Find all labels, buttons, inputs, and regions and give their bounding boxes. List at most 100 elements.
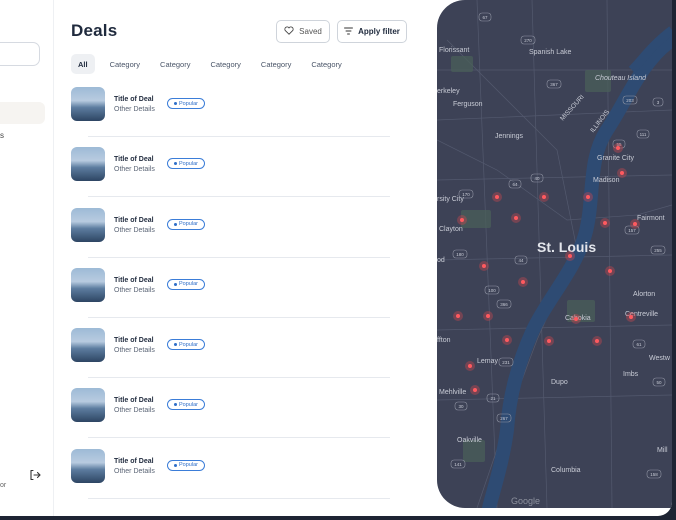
badge-label: Popular bbox=[179, 221, 198, 228]
deal-list-item[interactable]: Title of Deal Other Details Popular bbox=[71, 86, 391, 146]
map-label: Columbia bbox=[551, 467, 581, 474]
map-label: Oakville bbox=[457, 437, 482, 444]
dot-icon bbox=[174, 343, 177, 347]
deal-details: Other Details bbox=[114, 467, 155, 475]
route-shield: 44 bbox=[514, 255, 528, 265]
map-view[interactable]: Florissant Spanish Lake Chouteau Island … bbox=[437, 0, 672, 508]
route-shield: 367 bbox=[546, 79, 562, 89]
sidebar-search-input[interactable] bbox=[0, 42, 40, 66]
svg-text:203: 203 bbox=[626, 98, 634, 103]
map-label: Lemay bbox=[477, 358, 499, 365]
route-shield: 61 bbox=[632, 339, 646, 349]
svg-text:111: 111 bbox=[640, 132, 647, 137]
map-marker[interactable] bbox=[568, 254, 572, 258]
svg-text:170: 170 bbox=[462, 192, 470, 197]
svg-text:270: 270 bbox=[524, 38, 532, 43]
deal-title: Title of Deal bbox=[114, 337, 154, 345]
deal-list-item[interactable]: Title of Deal Other Details Popular bbox=[71, 207, 391, 267]
map-marker[interactable] bbox=[595, 339, 599, 343]
dot-icon bbox=[174, 102, 177, 105]
deal-thumbnail bbox=[71, 147, 105, 182]
dot-icon bbox=[174, 403, 177, 407]
svg-text:30: 30 bbox=[458, 404, 464, 409]
deal-list-item[interactable]: Title of Deal Other Details Popular bbox=[71, 146, 391, 206]
map-label: Madison bbox=[593, 177, 620, 184]
tab-category[interactable]: Category bbox=[304, 54, 348, 74]
map-marker[interactable] bbox=[633, 222, 637, 226]
map-label: erkeley bbox=[437, 88, 460, 95]
map-label: ffton bbox=[437, 337, 451, 344]
map-marker[interactable] bbox=[486, 314, 490, 318]
route-shield: 366 bbox=[496, 299, 512, 309]
tab-category[interactable]: Category bbox=[254, 54, 298, 74]
route-shield: 231 bbox=[498, 357, 514, 367]
svg-text:50: 50 bbox=[656, 380, 662, 385]
popular-badge: Popular bbox=[167, 98, 205, 109]
map-label: Imbs bbox=[623, 371, 639, 378]
map-marker[interactable] bbox=[620, 171, 624, 175]
map-label: MISSOURI bbox=[559, 94, 586, 123]
map-marker[interactable] bbox=[574, 317, 578, 321]
svg-text:267: 267 bbox=[500, 416, 508, 421]
deal-thumbnail bbox=[71, 267, 105, 302]
route-shield: 100 bbox=[484, 285, 500, 295]
map-marker[interactable] bbox=[542, 195, 546, 199]
map-marker[interactable] bbox=[460, 218, 464, 222]
map-marker[interactable] bbox=[505, 338, 509, 342]
popular-badge: Popular bbox=[167, 158, 205, 170]
badge-label: Popular bbox=[179, 462, 198, 469]
deal-title: Title of Deal bbox=[114, 156, 154, 164]
tab-category[interactable]: Category bbox=[103, 54, 147, 74]
logout-icon[interactable] bbox=[28, 468, 42, 482]
tab-category[interactable]: Category bbox=[203, 54, 247, 74]
map-label: Westw bbox=[649, 355, 671, 362]
map-marker[interactable] bbox=[473, 388, 477, 392]
deal-list-item[interactable]: Title of Deal Other Details Popular bbox=[71, 448, 391, 508]
map-marker[interactable] bbox=[616, 146, 620, 150]
tab-all[interactable]: All bbox=[71, 54, 95, 74]
map-marker[interactable] bbox=[468, 364, 472, 368]
deal-title: Title of Deal bbox=[114, 276, 154, 284]
map-marker[interactable] bbox=[495, 195, 499, 199]
divider bbox=[88, 497, 390, 499]
dot-icon bbox=[174, 162, 177, 166]
map-marker[interactable] bbox=[482, 264, 486, 268]
svg-text:61: 61 bbox=[636, 342, 642, 347]
svg-text:366: 366 bbox=[500, 302, 508, 307]
badge-label: Popular bbox=[179, 341, 198, 348]
popular-badge: Popular bbox=[167, 459, 205, 471]
badge-label: Popular bbox=[179, 160, 198, 167]
deal-title: Title of Deal bbox=[114, 216, 154, 224]
svg-text:158: 158 bbox=[650, 472, 658, 477]
map-label: Ferguson bbox=[453, 101, 483, 108]
map-marker[interactable] bbox=[629, 315, 633, 319]
deal-list-item[interactable]: Title of Deal Other Details Popular bbox=[71, 387, 391, 447]
svg-text:180: 180 bbox=[456, 252, 464, 257]
apply-filter-button[interactable]: Apply filter bbox=[337, 20, 407, 43]
deal-details: Other Details bbox=[114, 106, 155, 113]
svg-text:64: 64 bbox=[512, 182, 518, 187]
deal-thumbnail bbox=[71, 207, 105, 242]
map-marker[interactable] bbox=[456, 314, 460, 318]
map-marker[interactable] bbox=[521, 280, 525, 284]
map-marker[interactable] bbox=[514, 216, 518, 220]
deal-list-item[interactable]: Title of Deal Other Details Popular bbox=[71, 327, 391, 387]
deal-list-item[interactable]: Title of Deal Other Details Popular bbox=[71, 267, 391, 327]
sidebar-item-label: s bbox=[0, 131, 4, 140]
sidebar-item-active[interactable] bbox=[0, 102, 45, 124]
dot-icon bbox=[174, 282, 177, 286]
map-marker[interactable] bbox=[603, 221, 607, 225]
svg-text:21: 21 bbox=[490, 396, 496, 401]
map-marker[interactable] bbox=[608, 269, 612, 273]
map-label: Granite City bbox=[597, 155, 634, 162]
deal-title: Title of Deal bbox=[114, 397, 154, 405]
map-marker[interactable] bbox=[586, 195, 590, 199]
map-marker[interactable] bbox=[547, 339, 551, 343]
map-label: rsity City bbox=[437, 196, 464, 203]
route-shield: 67 bbox=[478, 12, 492, 22]
river bbox=[482, 33, 672, 508]
tab-category[interactable]: Category bbox=[153, 54, 197, 74]
heart-icon bbox=[284, 26, 294, 37]
saved-button[interactable]: Saved bbox=[276, 20, 330, 43]
route-shield: 21 bbox=[486, 393, 500, 403]
